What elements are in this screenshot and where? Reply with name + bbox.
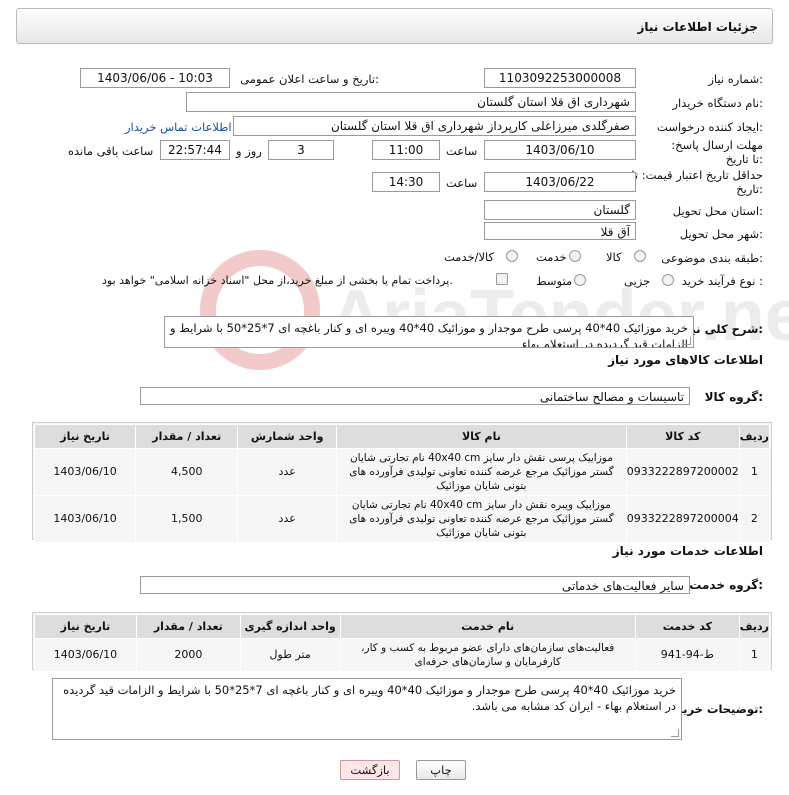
deadline-label: مهلت ارسال پاسخ: تا تاریخ: (671, 138, 763, 166)
row-qty: 1,500 (135, 495, 239, 543)
treasury-checkbox[interactable] (496, 273, 508, 285)
category-radio-both[interactable] (506, 250, 518, 262)
services-group-field[interactable]: سایر فعالیت‌های خدماتی (140, 576, 690, 594)
remaining-label: ساعت باقی مانده (68, 144, 154, 158)
announce-label: تاریخ و ساعت اعلان عمومی: (240, 72, 379, 86)
table-row: 1 ط-94-941 فعالیت‌های سازمان‌های دارای ع… (34, 638, 771, 672)
col-name: نام کالا (335, 424, 627, 449)
page-title: جزئیات اطلاعات نیاز (637, 20, 758, 34)
category-radio-service[interactable] (569, 250, 581, 262)
category-label: طبقه بندی موضوعی: (661, 251, 763, 265)
purchase-option-small: جزیی (624, 274, 651, 288)
row-name: موزاییک پرسی نقش دار سایز 40x40 cm نام ت… (335, 448, 627, 496)
goods-table: ردیف کد کالا نام کالا واحد شمارش تعداد /… (33, 424, 771, 543)
remaining-time-field[interactable]: 22:57:44 (160, 140, 230, 160)
deadline-date-field[interactable]: 1403/06/10 (484, 140, 636, 160)
row-unit: عدد (237, 495, 337, 543)
need-number-label: شماره نیاز: (708, 72, 763, 86)
row-name: موزاییک ویبره نقش دار سایز 40x40 cm نام … (335, 495, 627, 543)
purchase-radio-medium[interactable] (574, 274, 586, 286)
purchase-option-medium: متوسط (536, 274, 573, 288)
services-section-title: اطلاعات خدمات مورد نیاز (612, 544, 763, 558)
goods-section-title: اطلاعات کالاهای مورد نیاز (608, 353, 763, 367)
col-qty: تعداد / مقدار (135, 614, 241, 639)
row-qty: 4,500 (135, 448, 239, 496)
category-option-service: خدمت (536, 250, 567, 264)
print-button[interactable]: چاپ (416, 760, 466, 780)
col-code: کد خدمت (634, 614, 740, 639)
col-qty: تعداد / مقدار (135, 424, 239, 449)
col-unit: واحد شمارش (237, 424, 337, 449)
col-name: نام خدمت (339, 614, 636, 639)
resize-grip-icon[interactable] (671, 729, 679, 737)
back-button[interactable]: بازگشت (340, 760, 400, 780)
services-table: ردیف کد خدمت نام خدمت واحد اندازه گیری ت… (34, 614, 771, 672)
city-field[interactable]: آق قلا (484, 222, 636, 240)
price-validity-label: حداقل تاریخ اعتبار قیمت: تا تاریخ: (631, 168, 763, 196)
row-date: 1403/06/10 (34, 638, 137, 672)
header-panel: جزئیات اطلاعات نیاز (16, 8, 773, 44)
row-code: 0933222897200004 (625, 495, 740, 543)
table-row: 1 0933222897200002 موزاییک پرسی نقش دار … (33, 448, 771, 496)
creator-label: ایجاد کننده درخواست: (657, 120, 763, 134)
col-index: ردیف (738, 424, 771, 449)
buyer-notes-textarea[interactable]: خرید موزائیک 40*40 پرسی طرح موجدار و موز… (52, 678, 682, 740)
purchase-type-label: نوع فرآیند خرید : (681, 274, 763, 288)
row-qty: 2000 (135, 638, 241, 672)
days-label: روز و (236, 144, 262, 158)
price-date-field[interactable]: 1403/06/22 (484, 172, 636, 192)
row-index: 1 (738, 638, 771, 672)
table-row: 2 0933222897200004 موزاییک ویبره نقش دار… (33, 495, 771, 543)
category-option-goods: کالا (606, 250, 622, 264)
category-option-both: کالا/خدمت (444, 250, 495, 264)
buyer-field[interactable]: شهرداری اق قلا استان گلستان (186, 92, 636, 112)
row-unit: عدد (237, 448, 337, 496)
need-number-field[interactable]: 1103092253000008 (484, 68, 636, 88)
category-radio-goods[interactable] (634, 250, 646, 262)
days-field[interactable]: 3 (268, 140, 334, 160)
row-index: 2 (738, 495, 771, 543)
summary-text: خرید موزائیک 40*40 پرسی طرح موجدار و موز… (170, 321, 688, 348)
contact-info-link[interactable]: اطلاعات تماس خریدار (125, 120, 232, 134)
col-date: تاریخ نیاز (33, 424, 137, 449)
resize-grip-icon[interactable] (683, 337, 691, 345)
purchase-radio-small[interactable] (662, 274, 674, 286)
buyer-label: نام دستگاه خریدار: (672, 96, 763, 110)
goods-group-label: گروه کالا: (704, 390, 763, 404)
row-name: فعالیت‌های سازمان‌های دارای عضو مربوط به… (339, 638, 636, 672)
price-time-label: ساعت (446, 176, 478, 190)
province-label: استان محل تحویل: (672, 204, 763, 218)
city-label: شهر محل تحویل: (679, 227, 763, 241)
row-unit: متر طول (239, 638, 341, 672)
row-date: 1403/06/10 (33, 495, 137, 543)
price-time-field[interactable]: 14:30 (372, 172, 440, 192)
creator-field[interactable]: صفرگلدی میرزاعلی کارپرداز شهرداری اق قلا… (233, 116, 636, 136)
col-date: تاریخ نیاز (34, 614, 137, 639)
summary-textarea[interactable]: خرید موزائیک 40*40 پرسی طرح موجدار و موز… (164, 316, 694, 348)
province-field[interactable]: گلستان (484, 200, 636, 220)
deadline-time-field[interactable]: 11:00 (372, 140, 440, 160)
row-code: ط-94-941 (634, 638, 740, 672)
treasury-note: پرداخت تمام یا بخشی از مبلغ خرید،از محل … (102, 274, 453, 287)
col-unit: واحد اندازه گیری (239, 614, 341, 639)
services-group-label: گروه خدمت: (689, 578, 763, 592)
row-code: 0933222897200002 (625, 448, 740, 496)
row-date: 1403/06/10 (33, 448, 137, 496)
row-index: 1 (738, 448, 771, 496)
col-code: کد کالا (625, 424, 740, 449)
goods-group-field[interactable]: تاسیسات و مصالح ساختمانی (140, 387, 690, 405)
col-index: ردیف (738, 614, 771, 639)
announce-field[interactable]: 1403/06/06 - 10:03 (80, 68, 230, 88)
deadline-time-label: ساعت (446, 144, 478, 158)
buyer-notes-text: خرید موزائیک 40*40 پرسی طرح موجدار و موز… (63, 683, 676, 713)
